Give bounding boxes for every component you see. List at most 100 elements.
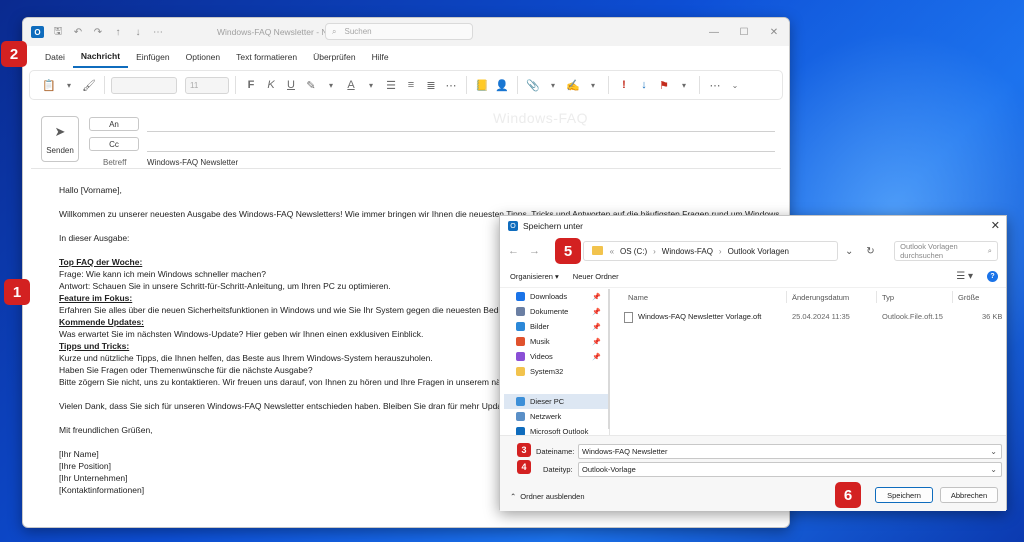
menu-einfuegen[interactable]: Einfügen xyxy=(128,46,178,68)
check-names-icon[interactable]: 👤 xyxy=(493,75,511,95)
follow-up-flag-icon[interactable]: ⚑ xyxy=(655,75,673,95)
font-size-select[interactable]: 11 xyxy=(185,76,229,94)
step-badge-4: 4 xyxy=(517,460,531,474)
italic-icon[interactable]: K xyxy=(262,75,280,95)
underline-icon[interactable]: U xyxy=(282,75,300,95)
font-color-dropdown-icon[interactable]: ▾ xyxy=(362,75,380,95)
refresh-icon[interactable]: ↻ xyxy=(865,246,876,257)
nav-item-system32[interactable]: System32 xyxy=(500,364,609,379)
nav-item-downloads[interactable]: Downloads 📌 xyxy=(500,289,609,304)
font-color-icon[interactable]: A xyxy=(342,75,360,95)
cancel-button[interactable]: Abbrechen xyxy=(940,487,998,503)
signature-icon[interactable]: ✍ xyxy=(564,75,582,95)
high-importance-icon[interactable]: ! xyxy=(615,75,633,95)
menu-nachricht[interactable]: Nachricht xyxy=(72,46,129,68)
column-size[interactable]: Größe xyxy=(958,293,979,302)
highlight-icon[interactable]: ✎ xyxy=(302,75,320,95)
menu-optionen[interactable]: Optionen xyxy=(178,46,229,68)
file-name: Windows-FAQ Newsletter Vorlage.oft xyxy=(638,312,762,321)
step-badge-1: 1 xyxy=(4,279,30,305)
divider xyxy=(608,76,609,94)
folder-search-box[interactable]: Outlook Vorlagen durchsuchen ⌕ xyxy=(894,241,998,261)
menu-hilfe[interactable]: Hilfe xyxy=(364,46,397,68)
column-name[interactable]: Name xyxy=(628,293,648,302)
nav-item-bilder[interactable]: Bilder 📌 xyxy=(500,319,609,334)
subject-field[interactable]: Windows-FAQ Newsletter xyxy=(147,158,238,167)
align-icon[interactable]: ≣ xyxy=(422,75,440,95)
filetype-select[interactable]: Outlook-Vorlage ⌄ xyxy=(578,462,1002,477)
path-segment-drive[interactable]: OS (C:) xyxy=(620,247,647,256)
signature-dropdown-icon[interactable]: ▾ xyxy=(584,75,602,95)
menu-text-formatieren[interactable]: Text formatieren xyxy=(228,46,305,68)
cc-field[interactable] xyxy=(147,151,775,152)
documents-icon xyxy=(516,307,525,316)
file-row[interactable]: Windows-FAQ Newsletter Vorlage.oft 25.04… xyxy=(616,309,1006,325)
paste-dropdown-icon[interactable]: ▾ xyxy=(60,75,78,95)
pictures-icon xyxy=(516,322,525,331)
pin-icon: 📌 xyxy=(592,308,601,316)
close-icon[interactable]: ✕ xyxy=(759,18,789,46)
down-arrow-icon[interactable]: ↓ xyxy=(132,26,144,38)
pin-icon: 📌 xyxy=(592,353,601,361)
chevron-down-icon[interactable]: ⌄ xyxy=(990,465,997,474)
to-button[interactable]: An xyxy=(89,117,139,131)
organize-button[interactable]: Organisieren ▾ xyxy=(510,272,559,281)
paste-icon[interactable]: 📋 xyxy=(40,75,58,95)
hide-folders-toggle[interactable]: ⌃ Ordner ausblenden xyxy=(510,492,585,501)
menu-ueberpruefen[interactable]: Überprüfen xyxy=(305,46,364,68)
back-icon[interactable]: ← xyxy=(508,245,519,257)
send-icon: ➤ xyxy=(54,123,66,139)
path-overflow[interactable]: « xyxy=(610,247,614,256)
chevron-down-icon[interactable]: ⌄ xyxy=(990,447,997,456)
path-bar[interactable]: « OS (C:) › Windows-FAQ › Outlook Vorlag… xyxy=(582,241,838,261)
ribbon-collapse-icon[interactable]: ⌄ xyxy=(726,75,744,95)
nav-scrollbar[interactable] xyxy=(608,289,610,429)
attach-dropdown-icon[interactable]: ▾ xyxy=(544,75,562,95)
bullets-icon[interactable]: ☰ xyxy=(382,75,400,95)
nav-item-dokumente[interactable]: Dokumente 📌 xyxy=(500,304,609,319)
nav-item-netzwerk[interactable]: Netzwerk xyxy=(500,409,609,424)
save-icon[interactable]: 🖫 xyxy=(52,26,64,38)
numbering-icon[interactable]: ≡ xyxy=(402,75,420,95)
help-icon[interactable]: ? xyxy=(987,271,998,282)
highlight-dropdown-icon[interactable]: ▾ xyxy=(322,75,340,95)
cc-button[interactable]: Cc xyxy=(89,137,139,151)
view-options-icon[interactable]: ☰ ▾ xyxy=(956,271,973,282)
dialog-close-icon[interactable]: ✕ xyxy=(991,219,1000,232)
send-button[interactable]: ➤ Senden xyxy=(41,116,79,162)
bold-icon[interactable]: F xyxy=(242,75,260,95)
path-segment-outlook-vorlagen[interactable]: Outlook Vorlagen xyxy=(728,247,789,256)
address-book-icon[interactable]: 📒 xyxy=(473,75,491,95)
ribbon-more-icon[interactable]: ⋯ xyxy=(706,75,724,95)
path-dropdown-icon[interactable]: ⌄ xyxy=(844,246,855,257)
flag-dropdown-icon[interactable]: ▾ xyxy=(675,75,693,95)
low-importance-icon[interactable]: ↓ xyxy=(635,75,653,95)
more-icon[interactable]: ⋯ xyxy=(152,26,164,38)
maximize-icon[interactable]: ☐ xyxy=(729,18,759,46)
undo-icon[interactable]: ↶ xyxy=(72,26,84,38)
more-formatting-icon[interactable]: ⋯ xyxy=(442,75,460,95)
nav-item-videos[interactable]: Videos 📌 xyxy=(500,349,609,364)
column-type[interactable]: Typ xyxy=(882,293,894,302)
new-folder-button[interactable]: Neuer Ordner xyxy=(573,272,619,281)
filename-input[interactable]: Windows-FAQ Newsletter ⌄ xyxy=(578,444,1002,459)
chevron-up-icon: ⌃ xyxy=(510,492,517,501)
font-family-select[interactable] xyxy=(111,76,177,94)
format-painter-icon[interactable]: 🖌 xyxy=(80,75,98,95)
column-date[interactable]: Änderungsdatum xyxy=(792,293,849,302)
nav-item-dieser-pc[interactable]: Dieser PC xyxy=(504,394,609,409)
path-segment-windows-faq[interactable]: Windows-FAQ xyxy=(662,247,713,256)
attach-file-icon[interactable]: 📎 xyxy=(524,75,542,95)
to-field[interactable] xyxy=(147,131,775,132)
up-arrow-icon[interactable]: ↑ xyxy=(112,26,124,38)
forward-icon[interactable]: → xyxy=(529,245,540,257)
nav-label: Videos xyxy=(530,352,553,361)
search-box[interactable]: ⌕ Suchen xyxy=(325,23,473,40)
file-type: Outlook.File.oft.15 xyxy=(882,312,943,321)
save-button[interactable]: Speichern xyxy=(875,487,933,503)
redo-icon[interactable]: ↷ xyxy=(92,26,104,38)
nav-item-musik[interactable]: Musik 📌 xyxy=(500,334,609,349)
minimize-icon[interactable]: — xyxy=(699,18,729,46)
compose-header: ➤ Senden An Cc Betreff Windows-FAQ Newsl… xyxy=(31,103,781,169)
menu-datei[interactable]: Datei xyxy=(37,46,73,68)
